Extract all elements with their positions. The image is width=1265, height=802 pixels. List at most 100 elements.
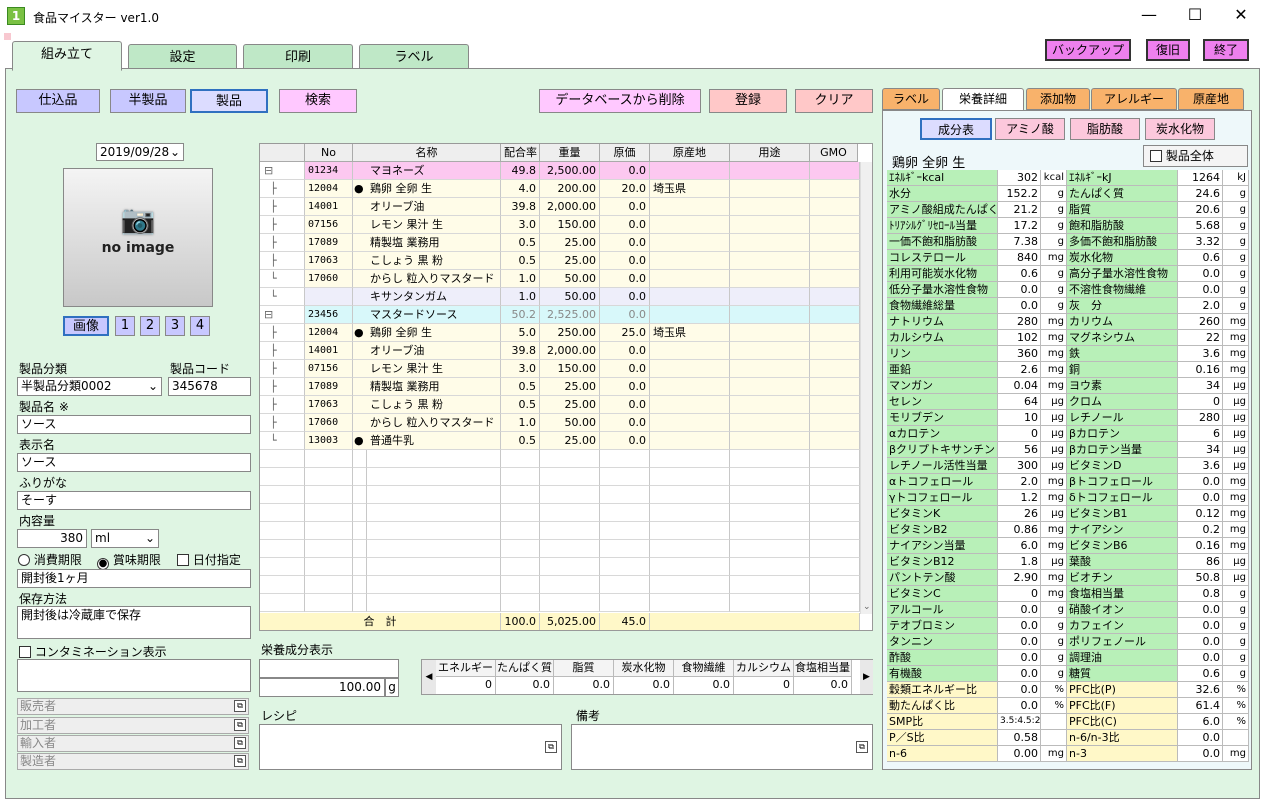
table-row[interactable]: ├ 14001 オリーブ油 39.8 2,000.00 0.0 <box>260 342 860 360</box>
nutrient-unit[interactable] <box>1223 730 1249 746</box>
nutrient-unit[interactable]: mg <box>1041 378 1067 394</box>
nutrient-value[interactable]: 840 <box>998 250 1041 266</box>
nutrient-value[interactable]: 260 <box>1178 314 1223 330</box>
amino-acid-button[interactable]: アミノ酸 <box>995 118 1065 140</box>
nutrient-value[interactable]: 56 <box>998 442 1041 458</box>
nutrient-value[interactable]: 152.2 <box>998 186 1041 202</box>
tab-right-label[interactable]: ラベル <box>882 88 940 110</box>
expiry-input[interactable]: 開封後1ヶ月 <box>17 569 251 588</box>
table-row[interactable]: └ 17060 からし 粒入りマスタード 1.0 50.00 0.0 <box>260 270 860 288</box>
nutrient-unit[interactable]: g <box>1041 650 1067 666</box>
nutrient-value[interactable]: 0 <box>998 426 1041 442</box>
nutrient-value[interactable]: 102 <box>998 330 1041 346</box>
nutrient-value[interactable]: 3.5:4.5:2.0 <box>998 714 1041 730</box>
nutrient-unit[interactable]: g <box>1041 602 1067 618</box>
copy-icon[interactable]: ⧉ <box>545 741 557 753</box>
restore-button[interactable]: 復旧 <box>1146 39 1190 61</box>
nutrient-unit[interactable]: g <box>1223 634 1249 650</box>
table-row[interactable]: ├ 17089 精製塩 業務用 0.5 25.00 0.0 <box>260 378 860 396</box>
nutrient-value[interactable]: 0.0 <box>998 634 1041 650</box>
nutrient-unit[interactable]: g <box>1041 266 1067 282</box>
product-name-input[interactable]: ソース <box>17 415 251 434</box>
nutrient-unit[interactable]: μg <box>1041 410 1067 426</box>
table-row[interactable]: ├ 17063 こしょう 黒 粉 0.5 25.00 0.0 <box>260 396 860 414</box>
nutrient-unit[interactable]: g <box>1223 298 1249 314</box>
nutrient-value[interactable]: 10 <box>998 410 1041 426</box>
nutrient-unit[interactable]: g <box>1041 298 1067 314</box>
nutrient-unit[interactable]: g <box>1223 650 1249 666</box>
nutrient-unit[interactable]: mg <box>1041 362 1067 378</box>
nutrient-unit[interactable]: g <box>1041 634 1067 650</box>
display-name-input[interactable]: ソース <box>17 453 251 472</box>
scroll-left-icon[interactable]: ◀ <box>422 660 436 694</box>
header-use[interactable]: 用途 <box>730 144 810 162</box>
product-button[interactable]: 製品 <box>190 89 268 113</box>
nutrient-value[interactable]: 64 <box>998 394 1041 410</box>
nutrient-value[interactable]: 0 <box>998 586 1041 602</box>
contamination-checkbox[interactable]: コンタミネーション表示 <box>19 643 167 660</box>
nutrient-value[interactable]: 0.86 <box>998 522 1041 538</box>
nutrient-unit[interactable]: μg <box>1223 442 1249 458</box>
nutrient-value[interactable]: 0.58 <box>998 730 1041 746</box>
seller-field[interactable]: 販売者 ⧉ <box>17 698 249 715</box>
nutrient-value[interactable]: 0.16 <box>1178 538 1223 554</box>
nutrient-value[interactable]: 61.4 <box>1178 698 1223 714</box>
table-row[interactable]: ├ 14001 オリーブ油 39.8 2,000.00 0.0 <box>260 198 860 216</box>
tab-origin[interactable]: 原産地 <box>1178 88 1244 110</box>
nutrient-value[interactable]: 300 <box>998 458 1041 474</box>
quantity-unit-select[interactable]: ml ⌄ <box>91 529 159 548</box>
nutrient-unit[interactable]: mg <box>1223 506 1249 522</box>
tab-nutrition-detail[interactable]: 栄養詳細 <box>942 88 1024 112</box>
nutrient-value[interactable]: 26 <box>998 506 1041 522</box>
nutrient-unit[interactable]: μg <box>1041 554 1067 570</box>
nutrient-value[interactable]: 20.6 <box>1178 202 1223 218</box>
furigana-input[interactable]: そーす <box>17 491 251 510</box>
image-page-2[interactable]: 2 <box>140 316 160 336</box>
nutrient-unit[interactable]: mg <box>1041 330 1067 346</box>
nutrient-value[interactable]: 5.68 <box>1178 218 1223 234</box>
nutrient-value[interactable]: 6.0 <box>1178 714 1223 730</box>
nutrient-value[interactable]: 0.0 <box>998 666 1041 682</box>
nutrient-value[interactable]: 7.38 <box>998 234 1041 250</box>
header-name[interactable]: 名称 <box>353 144 501 162</box>
nutrient-unit[interactable]: mg <box>1041 586 1067 602</box>
whole-product-checkbox[interactable]: 製品全体 <box>1143 145 1248 167</box>
table-row[interactable]: ⊟ 01234 マヨネーズ 49.8 2,500.00 0.0 <box>260 162 860 180</box>
nutrient-value[interactable]: 0.0 <box>1178 474 1223 490</box>
tab-settings[interactable]: 設定 <box>128 44 237 71</box>
nutrient-unit[interactable]: mg <box>1223 346 1249 362</box>
nutrient-value[interactable]: 0.0 <box>1178 602 1223 618</box>
nutrient-unit[interactable]: mg <box>1223 490 1249 506</box>
copy-icon[interactable]: ⧉ <box>234 700 246 712</box>
nutrient-unit[interactable]: μg <box>1223 394 1249 410</box>
table-row[interactable]: ├ 12004 ● 鶏卵 全卵 生 4.0 200.00 20.0 埼玉県 <box>260 180 860 198</box>
date-specify-checkbox[interactable]: 日付指定 <box>177 551 241 568</box>
header-weight[interactable]: 重量 <box>540 144 600 162</box>
grid-scrollbar[interactable]: ⌄ <box>860 162 872 614</box>
header-origin[interactable]: 原産地 <box>650 144 730 162</box>
nutrient-value[interactable]: 1.8 <box>998 554 1041 570</box>
minimize-button[interactable]: — <box>1126 0 1172 32</box>
nutrient-value[interactable]: 0.0 <box>1178 730 1223 746</box>
nutrient-unit[interactable]: kcal <box>1041 170 1067 186</box>
nutrient-value[interactable]: 17.2 <box>998 218 1041 234</box>
copy-icon[interactable]: ⧉ <box>234 755 246 767</box>
nutrient-value[interactable]: 2.0 <box>998 474 1041 490</box>
quantity-input[interactable]: 380 <box>17 529 87 548</box>
nutrient-value[interactable]: 0.0 <box>998 618 1041 634</box>
nutrient-unit[interactable]: g <box>1223 666 1249 682</box>
nutrient-value[interactable]: 24.6 <box>1178 186 1223 202</box>
image-button[interactable]: 画像 <box>63 316 109 336</box>
nutrient-value[interactable]: 86 <box>1178 554 1223 570</box>
register-button[interactable]: 登録 <box>709 89 787 113</box>
nutrient-unit[interactable]: g <box>1223 218 1249 234</box>
nutrient-value[interactable]: 3.6 <box>1178 458 1223 474</box>
importer-field[interactable]: 輸入者 ⧉ <box>17 735 249 752</box>
nutrient-unit[interactable]: kJ <box>1223 170 1249 186</box>
nutrient-value[interactable]: 302 <box>998 170 1041 186</box>
nutrient-value[interactable]: 0.0 <box>998 650 1041 666</box>
table-row[interactable]: ├ 07156 レモン 果汁 生 3.0 150.00 0.0 <box>260 216 860 234</box>
nutrient-unit[interactable]: μg <box>1223 458 1249 474</box>
storage-input[interactable]: 開封後は冷蔵庫で保存 <box>17 606 251 639</box>
nutrient-value[interactable]: 34 <box>1178 378 1223 394</box>
